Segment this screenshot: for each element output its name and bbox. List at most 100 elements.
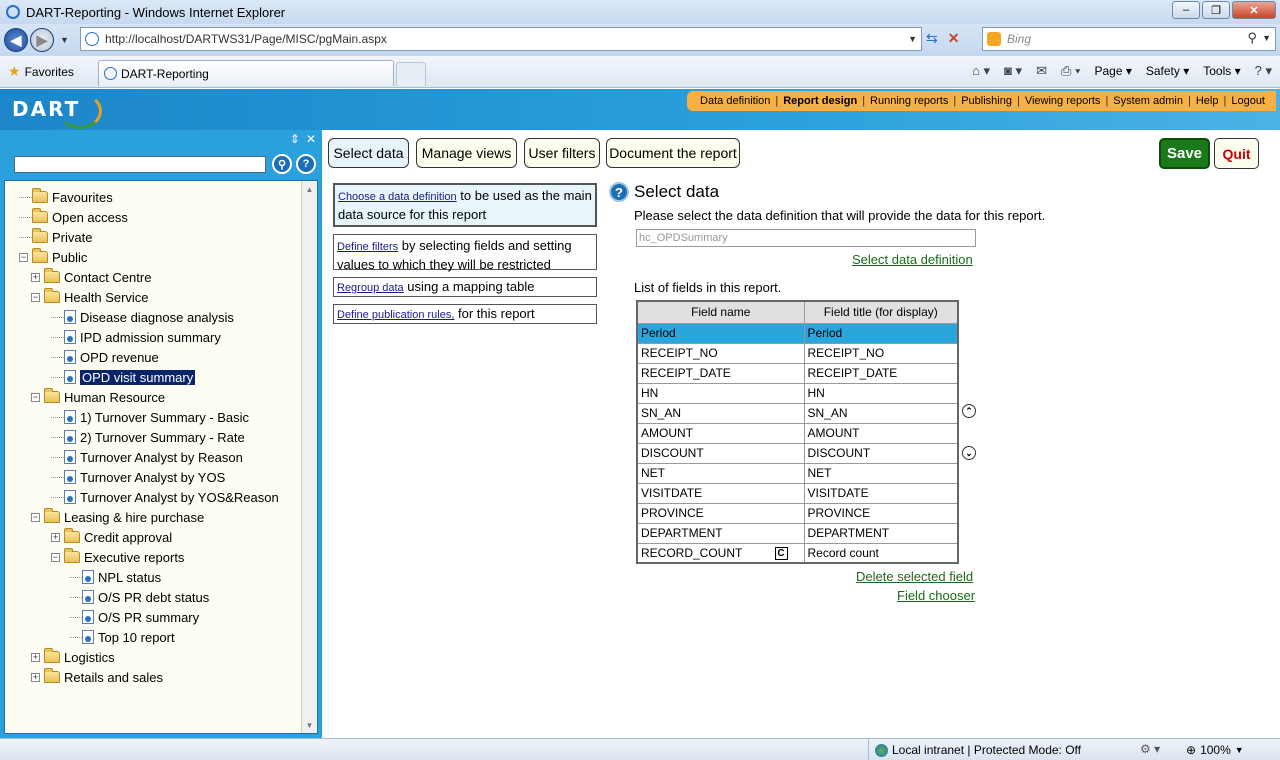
document-report-button[interactable]: Document the report <box>606 138 740 168</box>
tree-folder[interactable]: Open access <box>19 207 128 227</box>
field-row[interactable]: AMOUNT AMOUNT <box>636 422 959 444</box>
tree-report[interactable]: O/S PR summary <box>69 607 199 627</box>
field-row[interactable]: RECEIPT_DATE RECEIPT_DATE <box>636 362 959 384</box>
expand-icon[interactable]: + <box>31 652 40 662</box>
collapse-icon[interactable]: − <box>31 392 40 402</box>
tree-search-input[interactable] <box>14 156 266 173</box>
tree-report[interactable]: Turnover Analyst by YOS <box>51 467 225 487</box>
safety-menu[interactable]: Safety ▾ <box>1146 64 1189 78</box>
nav-data-definition[interactable]: Data definition <box>695 95 775 107</box>
field-title-cell[interactable]: AMOUNT <box>803 422 959 444</box>
move-up-icon[interactable]: ⌃ <box>962 404 976 418</box>
refresh-icon[interactable]: ⇆ <box>926 30 938 47</box>
field-title-cell[interactable]: SN_AN <box>803 402 959 424</box>
tree-report[interactable]: 2) Turnover Summary - Rate <box>51 427 245 447</box>
field-title-cell[interactable]: Period <box>803 322 959 344</box>
nav-running-reports[interactable]: Running reports <box>865 95 953 107</box>
zoom-dropdown-icon[interactable]: ▼ <box>1235 745 1244 755</box>
field-row[interactable]: DEPARTMENT DEPARTMENT <box>636 522 959 544</box>
tree-folder[interactable]: − Health Service <box>31 287 149 307</box>
field-title-cell[interactable]: DEPARTMENT <box>803 522 959 544</box>
field-title-cell[interactable]: PROVINCE <box>803 502 959 524</box>
url-field[interactable]: http://localhost/DARTWS31/Page/MISC/pgMa… <box>80 27 922 51</box>
field-row[interactable]: DISCOUNT DISCOUNT <box>636 442 959 464</box>
collapse-icon[interactable]: − <box>19 252 28 262</box>
nav-publishing[interactable]: Publishing <box>956 95 1017 107</box>
search-dropdown-icon[interactable]: ▼ <box>1262 33 1271 43</box>
tree-report[interactable]: 1) Turnover Summary - Basic <box>51 407 249 427</box>
field-row[interactable]: PROVINCE PROVINCE <box>636 502 959 524</box>
scroll-up-icon[interactable]: ▲ <box>302 181 317 197</box>
field-title-cell[interactable]: RECEIPT_DATE <box>803 362 959 384</box>
define-publication-rules-link[interactable]: Define publication rules, <box>337 309 454 321</box>
browser-tab[interactable]: DART-Reporting <box>98 60 394 86</box>
user-filters-button[interactable]: User filters <box>524 138 600 168</box>
zoom-control[interactable]: ⊕ 100% ▼ <box>1186 739 1244 760</box>
home-icon[interactable]: ⌂ ▾ <box>972 63 990 79</box>
tree-report[interactable]: Turnover Analyst by YOS&Reason <box>51 487 279 507</box>
nav-viewing-reports[interactable]: Viewing reports <box>1020 95 1106 107</box>
quit-button[interactable]: Quit <box>1214 138 1259 169</box>
print-icon[interactable]: ⎙ ▾ <box>1061 63 1080 79</box>
field-title-cell[interactable]: VISITDATE <box>803 482 959 504</box>
security-zone[interactable]: Local intranet | Protected Mode: Off <box>868 739 1081 760</box>
move-down-icon[interactable]: ⌄ <box>962 446 976 460</box>
tree-report[interactable]: OPD visit summary <box>51 367 197 387</box>
tree-report[interactable]: O/S PR debt status <box>69 587 209 607</box>
manage-views-button[interactable]: Manage views <box>416 138 517 168</box>
field-row[interactable]: HN HN <box>636 382 959 404</box>
mail-icon[interactable]: ✉ <box>1036 63 1047 79</box>
page-menu[interactable]: Page ▾ <box>1094 64 1131 78</box>
tree-folder[interactable]: + Contact Centre <box>31 267 151 287</box>
field-chooser-link[interactable]: Field chooser <box>897 588 975 603</box>
stop-icon[interactable]: ✕ <box>948 30 960 47</box>
select-data-definition-link[interactable]: Select data definition <box>852 252 973 267</box>
field-row[interactable]: Period Period <box>636 322 959 344</box>
expand-icon[interactable]: + <box>51 532 60 542</box>
forward-button[interactable]: ▶ <box>30 28 54 52</box>
tree-report[interactable]: IPD admission summary <box>51 327 221 347</box>
data-definition-field[interactable]: hc_OPDSummary <box>636 229 976 247</box>
scroll-down-icon[interactable]: ▼ <box>302 717 317 733</box>
tree-folder[interactable]: + Retails and sales <box>31 667 163 687</box>
tree-report[interactable]: Top 10 report <box>69 627 175 647</box>
favorites-button[interactable]: ★ Favorites <box>8 63 74 80</box>
tree-folder[interactable]: − Executive reports <box>51 547 184 567</box>
field-row[interactable]: RECORD_COUNT C Record count <box>636 542 959 564</box>
nav-help[interactable]: Help <box>1191 95 1224 107</box>
tools-menu[interactable]: Tools ▾ <box>1203 64 1240 78</box>
tree-folder[interactable]: Private <box>19 227 92 247</box>
field-row[interactable]: VISITDATE VISITDATE <box>636 482 959 504</box>
tree-report[interactable]: NPL status <box>69 567 161 587</box>
tree-folder[interactable]: − Human Resource <box>31 387 165 407</box>
expand-icon[interactable]: + <box>31 272 40 282</box>
field-row[interactable]: NET NET <box>636 462 959 484</box>
regroup-data-link[interactable]: Regroup data <box>337 282 404 294</box>
field-title-cell[interactable]: HN <box>803 382 959 404</box>
nav-system-admin[interactable]: System admin <box>1108 95 1188 107</box>
expand-icon[interactable]: + <box>31 672 40 682</box>
restore-button[interactable]: ❐ <box>1202 1 1230 19</box>
collapse-icon[interactable]: − <box>31 292 40 302</box>
feeds-icon[interactable]: ◙ ▾ <box>1004 63 1022 79</box>
search-input[interactable]: Bing ⚲ ▼ <box>982 27 1276 51</box>
save-button[interactable]: Save <box>1159 138 1210 169</box>
field-row[interactable]: RECEIPT_NO RECEIPT_NO <box>636 342 959 364</box>
close-window-button[interactable]: ✕ <box>1232 1 1276 19</box>
search-icon[interactable]: ⚲ <box>1247 30 1257 46</box>
field-title-cell[interactable]: DISCOUNT <box>803 442 959 464</box>
select-data-button[interactable]: Select data <box>328 138 409 168</box>
tree-folder[interactable]: − Leasing & hire purchase <box>31 507 204 527</box>
minimize-button[interactable]: – <box>1172 1 1200 19</box>
nav-report-design[interactable]: Report design <box>778 95 862 107</box>
define-filters-link[interactable]: Define filters <box>337 241 398 253</box>
field-title-cell[interactable]: Record count <box>803 542 959 564</box>
tree-report[interactable]: OPD revenue <box>51 347 159 367</box>
help-menu-icon[interactable]: ? ▾ <box>1255 63 1272 79</box>
tree-folder[interactable]: + Logistics <box>31 647 115 667</box>
tree-search-icon[interactable]: ⚲ <box>272 154 292 174</box>
field-title-cell[interactable]: RECEIPT_NO <box>803 342 959 364</box>
choose-data-definition-link[interactable]: Choose a data definition <box>338 191 457 203</box>
tree-folder[interactable]: − Public <box>19 247 87 267</box>
tree-scrollbar[interactable]: ▲ ▼ <box>301 181 317 733</box>
